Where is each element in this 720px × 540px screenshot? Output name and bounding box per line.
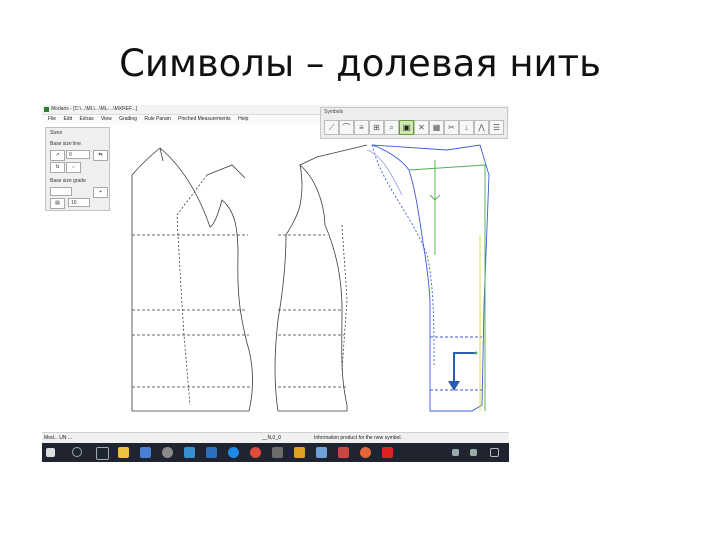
scissors-icon[interactable]: ✂ xyxy=(444,120,459,135)
start-icon[interactable] xyxy=(46,448,55,457)
slash-icon[interactable]: ⟋ xyxy=(324,120,339,135)
menu-rule-param[interactable]: Rule Param xyxy=(144,116,170,122)
menu-view[interactable]: View xyxy=(101,116,112,122)
menu-pinched-measurements[interactable]: Pinched Measurements xyxy=(178,116,231,122)
panel-caption: Sizes xyxy=(50,130,63,136)
grain-direction-arrow xyxy=(448,352,475,391)
mail-icon[interactable] xyxy=(184,447,195,458)
menu-file[interactable]: File xyxy=(48,116,56,122)
grade-button[interactable]: + xyxy=(93,187,108,198)
list-icon[interactable]: ☰ xyxy=(489,120,504,135)
tools-icon[interactable] xyxy=(294,447,305,458)
grade-field[interactable] xyxy=(50,187,72,196)
slide-title: Символы – долевая нить xyxy=(119,42,601,85)
grade-size-field[interactable]: 10 xyxy=(68,198,90,207)
base-size-field[interactable]: 0 xyxy=(66,150,90,159)
magnifier-icon[interactable]: ⌕ xyxy=(384,120,399,135)
menu-grading[interactable]: Grading xyxy=(119,116,137,122)
firefox-icon[interactable] xyxy=(360,447,371,458)
menu-edit[interactable]: Edit xyxy=(63,116,72,122)
window-title: Modaris - [C:\...\ML\...\ML-...\MXREF...… xyxy=(51,106,138,112)
size-button-2[interactable]: ⇆ xyxy=(93,150,108,161)
status-left: Mod... UN ... xyxy=(44,435,73,441)
menu-help[interactable]: Help xyxy=(238,116,248,122)
pleat-icon[interactable]: ⋀ xyxy=(474,120,489,135)
cross-icon[interactable]: ✕ xyxy=(414,120,429,135)
modaris-icon[interactable] xyxy=(316,447,327,458)
sketch-icon[interactable] xyxy=(338,447,349,458)
arrow-down-icon[interactable]: ↓ xyxy=(459,120,474,135)
size-button-3[interactable]: ⇅ xyxy=(50,162,65,173)
status-middle: __N,0_0 xyxy=(262,435,281,441)
pattern-canvas[interactable] xyxy=(42,105,509,432)
acrobat-icon[interactable] xyxy=(382,447,393,458)
app-icon xyxy=(44,107,49,112)
selected-pattern-piece xyxy=(366,144,490,412)
size-button-4[interactable]: ⇔ xyxy=(66,162,81,173)
chrome-icon[interactable] xyxy=(250,447,261,458)
base-size-grade-label: Base size grade xyxy=(50,178,86,184)
grade-list-icon[interactable]: ▤ xyxy=(50,198,65,209)
store-icon[interactable] xyxy=(140,447,151,458)
symbols-toolbar: Symbols ⟋ ⌒ ≡ ⊞ ⌕ ▣ ✕ ▦ ✂ ↓ ⋀ ☰ xyxy=(320,107,508,139)
task-view-icon[interactable] xyxy=(96,447,109,460)
photos-icon[interactable] xyxy=(206,447,217,458)
size-button-1[interactable]: ↗ xyxy=(50,150,65,161)
grain-line xyxy=(408,160,486,411)
seam-icon[interactable]: ≡ xyxy=(354,120,369,135)
notification-icon[interactable] xyxy=(490,448,499,457)
app-icon-2[interactable] xyxy=(272,447,283,458)
search-icon[interactable] xyxy=(72,447,82,457)
pattern-piece-front xyxy=(274,144,368,412)
network-icon[interactable] xyxy=(452,449,459,456)
volume-icon[interactable] xyxy=(470,449,477,456)
notch-icon[interactable]: ⌒ xyxy=(339,120,354,135)
grain-line-icon[interactable]: ▣ xyxy=(399,120,414,135)
base-size-line-label: Base size line xyxy=(50,141,81,147)
toolbar-caption: Symbols xyxy=(324,109,344,115)
settings-icon[interactable] xyxy=(162,447,173,458)
modaris-screenshot: Modaris - [C:\...\ML\...\ML-...\MXREF...… xyxy=(42,105,509,462)
pattern-piece-back xyxy=(131,147,253,412)
windows-taskbar xyxy=(42,443,509,462)
menu-extras[interactable]: Extras xyxy=(79,116,93,122)
grain-point-marker[interactable] xyxy=(474,351,478,355)
sizes-panel: Sizes Base size line ↗ 0 ⇆ ⇅ ⇔ Base size… xyxy=(45,127,110,211)
status-message: Information product for the new symbol. xyxy=(314,435,402,441)
explorer-icon[interactable] xyxy=(118,447,129,458)
edge-icon[interactable] xyxy=(228,447,239,458)
grid-icon[interactable]: ▦ xyxy=(429,120,444,135)
pattern-icon[interactable]: ⊞ xyxy=(369,120,384,135)
status-bar: Mod... UN ... __N,0_0 Information produc… xyxy=(42,432,509,443)
